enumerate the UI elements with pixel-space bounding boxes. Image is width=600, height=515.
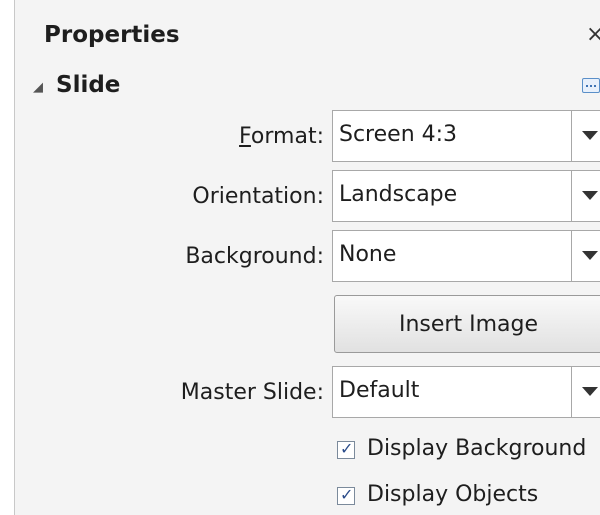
background-dropdown[interactable]: None — [332, 230, 600, 282]
chevron-down-icon — [582, 131, 598, 140]
background-dropdown-button[interactable] — [571, 231, 600, 281]
background-label: Background: — [185, 244, 324, 269]
panel-title: Properties — [44, 22, 180, 48]
insert-image-label: Insert Image — [399, 312, 538, 337]
display-objects-label: Display Objects — [367, 482, 539, 507]
collapse-arrow-icon[interactable]: ◢ — [33, 80, 43, 95]
master-slide-dropdown-button[interactable] — [571, 367, 600, 417]
orientation-value: Landscape — [339, 182, 458, 207]
more-options-icon[interactable] — [582, 78, 600, 93]
checkmark-icon: ✓ — [340, 439, 354, 458]
orientation-label: Orientation: — [192, 184, 324, 209]
background-value: None — [339, 242, 397, 267]
orientation-dropdown[interactable]: Landscape — [332, 170, 600, 222]
display-objects-checkbox[interactable]: ✓ — [337, 485, 355, 505]
format-value: Screen 4:3 — [339, 122, 458, 147]
display-background-label: Display Background — [367, 436, 587, 461]
master-slide-dropdown[interactable]: Default — [332, 366, 600, 418]
display-background-checkbox[interactable]: ✓ — [337, 439, 355, 459]
orientation-dropdown-button[interactable] — [571, 171, 600, 221]
checkmark-icon: ✓ — [340, 485, 354, 504]
chevron-down-icon — [582, 251, 598, 260]
format-dropdown-button[interactable] — [571, 111, 600, 161]
insert-image-button[interactable]: Insert Image — [334, 295, 600, 353]
format-label: Format: — [239, 124, 324, 149]
section-title-slide[interactable]: Slide — [56, 72, 120, 98]
chevron-down-icon — [582, 191, 598, 200]
master-slide-value: Default — [339, 378, 420, 403]
close-icon[interactable]: × — [586, 22, 600, 47]
master-slide-label: Master Slide: — [180, 380, 324, 405]
format-dropdown[interactable]: Screen 4:3 — [332, 110, 600, 162]
chevron-down-icon — [582, 387, 598, 396]
